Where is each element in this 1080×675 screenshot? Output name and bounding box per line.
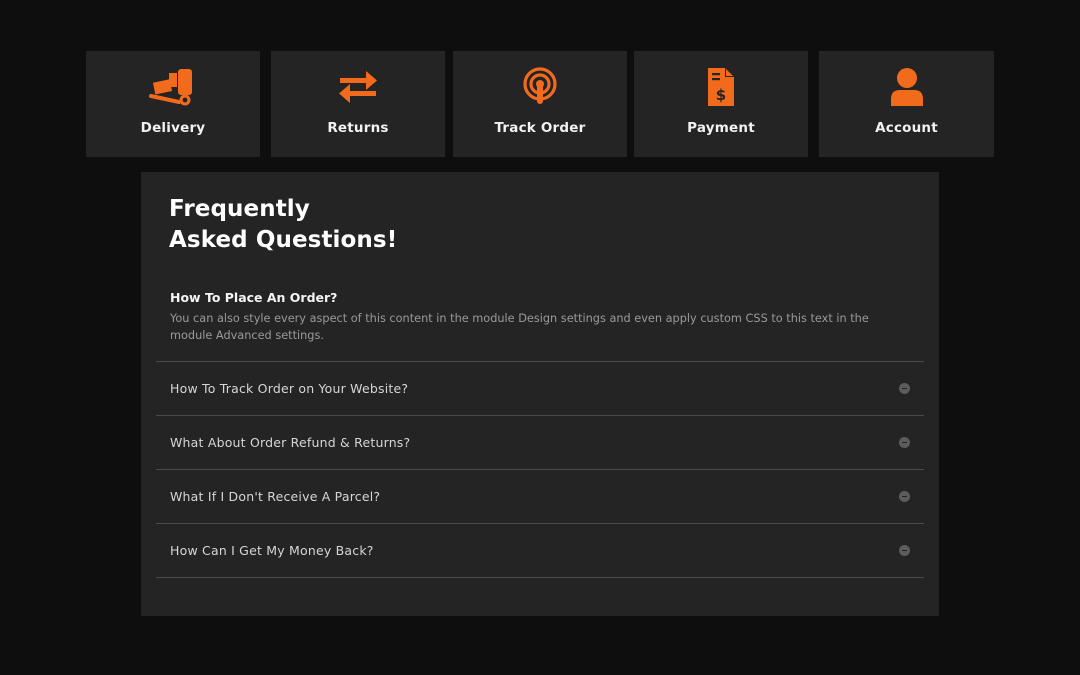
tile-payment[interactable]: $ Payment bbox=[634, 51, 808, 157]
faq-title-line-1: Frequently bbox=[169, 196, 310, 222]
tile-label: Account bbox=[875, 120, 938, 136]
faq-title-line-2: Asked Questions! bbox=[169, 227, 398, 253]
tile-track-order[interactable]: Track Order bbox=[453, 51, 627, 157]
expand-toggle-icon[interactable] bbox=[899, 491, 910, 502]
faq-question: What If I Don't Receive A Parcel? bbox=[170, 488, 381, 504]
expand-toggle-icon[interactable] bbox=[899, 437, 910, 448]
faq-answer: You can also style every aspect of this … bbox=[170, 312, 869, 342]
faq-item-track-order[interactable]: How To Track Order on Your Website? bbox=[156, 362, 924, 416]
tile-label: Returns bbox=[327, 120, 389, 136]
faq-list: How To Place An Order? You can also styl… bbox=[156, 278, 924, 578]
faq-question: How To Place An Order? bbox=[170, 290, 338, 305]
tile-delivery[interactable]: Delivery bbox=[86, 51, 260, 157]
tile-returns[interactable]: Returns bbox=[271, 51, 445, 157]
faq-item-open[interactable]: How To Place An Order? You can also styl… bbox=[156, 278, 924, 362]
tile-label: Delivery bbox=[140, 120, 206, 136]
faq-question: How Can I Get My Money Back? bbox=[170, 542, 374, 558]
tile-label: Payment bbox=[687, 120, 755, 136]
category-tiles: Delivery Returns Track Order $ Payment A… bbox=[86, 51, 994, 157]
faq-item-money-back[interactable]: How Can I Get My Money Back? bbox=[156, 524, 924, 578]
svg-text:$: $ bbox=[716, 86, 726, 104]
tile-account[interactable]: Account bbox=[819, 51, 994, 157]
page: Delivery Returns Track Order $ Payment A… bbox=[0, 0, 1080, 675]
faq-question: How To Track Order on Your Website? bbox=[170, 380, 409, 396]
faq-question: What About Order Refund & Returns? bbox=[170, 434, 411, 450]
delivery-truck-icon bbox=[149, 67, 197, 107]
location-signal-icon bbox=[516, 67, 564, 107]
expand-toggle-icon[interactable] bbox=[899, 383, 910, 394]
invoice-dollar-icon: $ bbox=[697, 67, 745, 107]
expand-toggle-icon[interactable] bbox=[899, 545, 910, 556]
faq-item-refund-returns[interactable]: What About Order Refund & Returns? bbox=[156, 416, 924, 470]
tile-label: Track Order bbox=[494, 120, 586, 136]
faq-item-parcel[interactable]: What If I Don't Receive A Parcel? bbox=[156, 470, 924, 524]
faq-card: Frequently Asked Questions! How To Place… bbox=[141, 172, 939, 616]
swap-arrows-icon bbox=[334, 67, 382, 107]
user-icon bbox=[883, 67, 931, 107]
faq-title: Frequently Asked Questions! bbox=[169, 194, 397, 256]
